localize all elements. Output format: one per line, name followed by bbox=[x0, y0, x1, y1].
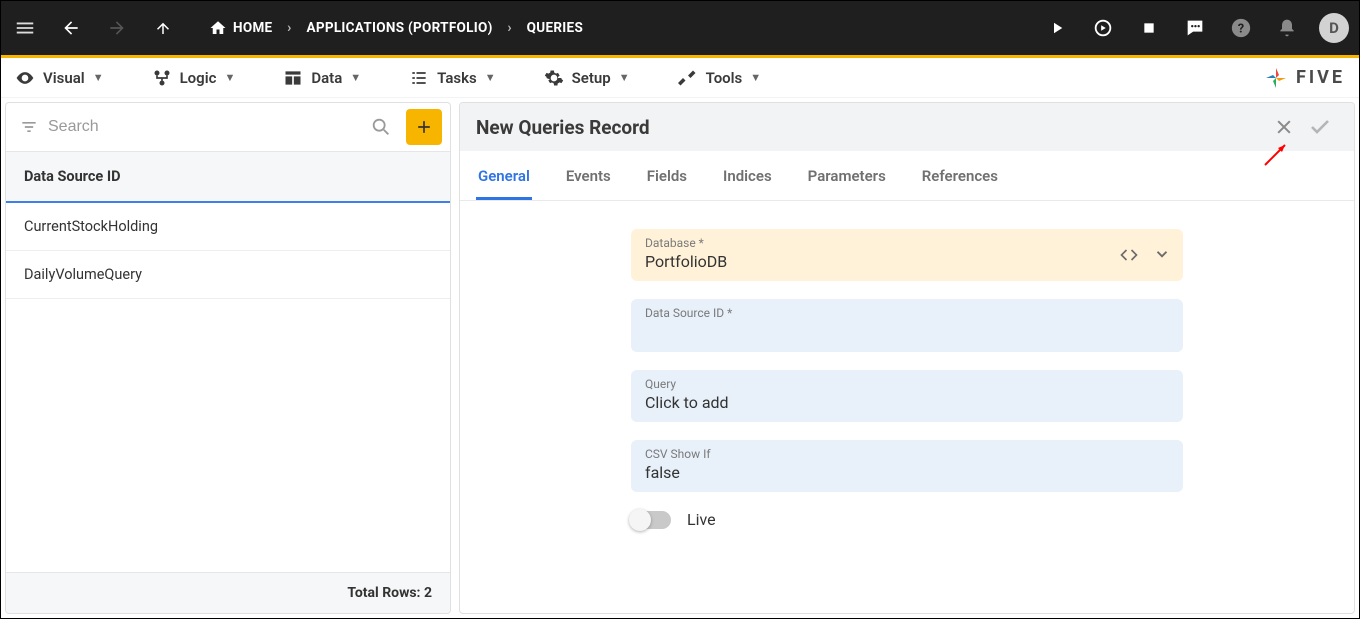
column-header[interactable]: Data Source ID bbox=[6, 151, 450, 203]
logic-icon bbox=[152, 68, 172, 88]
breadcrumb-home-label: HOME bbox=[233, 20, 272, 36]
tasks-icon bbox=[409, 68, 429, 88]
query-value: Click to add bbox=[645, 393, 1169, 412]
gear-icon bbox=[544, 68, 564, 88]
datasource-value bbox=[645, 322, 1169, 342]
tools-icon bbox=[678, 68, 698, 88]
tab-general[interactable]: General bbox=[476, 153, 532, 199]
tab-parameters[interactable]: Parameters bbox=[806, 153, 888, 199]
breadcrumb-queries-label: QUERIES bbox=[527, 20, 583, 36]
datasource-field[interactable]: Data Source ID * bbox=[631, 299, 1183, 352]
menu-setup[interactable]: Setup▼ bbox=[544, 68, 630, 88]
breadcrumb-applications-label: APPLICATIONS (PORTFOLIO) bbox=[306, 20, 492, 36]
home-icon bbox=[209, 19, 227, 37]
caret-down-icon: ▼ bbox=[619, 71, 630, 84]
query-field[interactable]: Query Click to add bbox=[631, 370, 1183, 422]
list-item[interactable]: DailyVolumeQuery bbox=[6, 251, 450, 299]
forward-icon bbox=[103, 14, 131, 42]
csv-field[interactable]: CSV Show If false bbox=[631, 440, 1183, 492]
bell-icon[interactable] bbox=[1273, 14, 1301, 42]
chevron-down-icon[interactable] bbox=[1153, 245, 1171, 265]
menu-visual[interactable]: Visual▼ bbox=[15, 68, 104, 88]
tab-references[interactable]: References bbox=[920, 153, 1000, 199]
close-icon bbox=[1274, 117, 1294, 137]
datasource-label: Data Source ID * bbox=[645, 306, 1169, 320]
menu-tasks[interactable]: Tasks▼ bbox=[409, 68, 495, 88]
back-icon[interactable] bbox=[57, 14, 85, 42]
list-item[interactable]: CurrentStockHolding bbox=[6, 203, 450, 251]
menu-logic[interactable]: Logic▼ bbox=[152, 68, 236, 88]
query-label: Query bbox=[645, 377, 1169, 391]
close-button[interactable] bbox=[1266, 109, 1302, 145]
caret-down-icon: ▼ bbox=[224, 71, 235, 84]
live-toggle[interactable] bbox=[631, 511, 671, 529]
total-rows: Total Rows: 2 bbox=[6, 572, 450, 613]
caret-down-icon: ▼ bbox=[350, 71, 361, 84]
breadcrumb-queries[interactable]: QUERIES bbox=[521, 20, 589, 36]
svg-text:?: ? bbox=[1238, 22, 1244, 37]
chat-icon[interactable] bbox=[1181, 14, 1209, 42]
breadcrumb-home[interactable]: HOME bbox=[203, 19, 278, 37]
database-label: Database * bbox=[645, 236, 1169, 250]
caret-down-icon: ▼ bbox=[93, 71, 104, 84]
avatar-initial: D bbox=[1329, 19, 1339, 37]
search-icon[interactable] bbox=[366, 110, 396, 144]
tab-fields[interactable]: Fields bbox=[645, 153, 689, 199]
plus-icon bbox=[414, 117, 434, 137]
chevron-right-icon: › bbox=[278, 20, 300, 36]
help-icon[interactable]: ? bbox=[1227, 14, 1255, 42]
logo-text: FIVE bbox=[1296, 67, 1345, 88]
eye-icon bbox=[15, 68, 35, 88]
play-icon[interactable] bbox=[1043, 14, 1071, 42]
csv-label: CSV Show If bbox=[645, 447, 1169, 461]
inspect-icon[interactable] bbox=[1089, 14, 1117, 42]
chevron-right-icon: › bbox=[499, 20, 521, 36]
csv-value: false bbox=[645, 463, 1169, 482]
database-value: PortfolioDB bbox=[645, 252, 1169, 271]
up-icon[interactable] bbox=[149, 14, 177, 42]
save-button[interactable] bbox=[1302, 109, 1338, 145]
menu-tools[interactable]: Tools▼ bbox=[678, 68, 762, 88]
page-title: New Queries Record bbox=[476, 116, 650, 139]
database-field[interactable]: Database * PortfolioDB bbox=[631, 229, 1183, 281]
tab-events[interactable]: Events bbox=[564, 153, 613, 199]
stop-icon[interactable] bbox=[1135, 14, 1163, 42]
caret-down-icon: ▼ bbox=[750, 71, 761, 84]
add-button[interactable] bbox=[406, 109, 442, 145]
breadcrumb-applications[interactable]: APPLICATIONS (PORTFOLIO) bbox=[300, 20, 498, 36]
logo-mark-icon bbox=[1264, 66, 1288, 90]
live-label: Live bbox=[687, 510, 716, 529]
hamburger-icon[interactable] bbox=[11, 14, 39, 42]
tab-indices[interactable]: Indices bbox=[721, 153, 774, 199]
search-input[interactable] bbox=[48, 118, 362, 136]
check-icon bbox=[1308, 115, 1332, 139]
avatar[interactable]: D bbox=[1319, 13, 1349, 43]
table-icon bbox=[283, 68, 303, 88]
code-icon[interactable] bbox=[1119, 245, 1139, 265]
caret-down-icon: ▼ bbox=[485, 71, 496, 84]
menu-data[interactable]: Data▼ bbox=[283, 68, 361, 88]
filter-icon[interactable] bbox=[14, 110, 44, 144]
logo: FIVE bbox=[1264, 66, 1345, 90]
